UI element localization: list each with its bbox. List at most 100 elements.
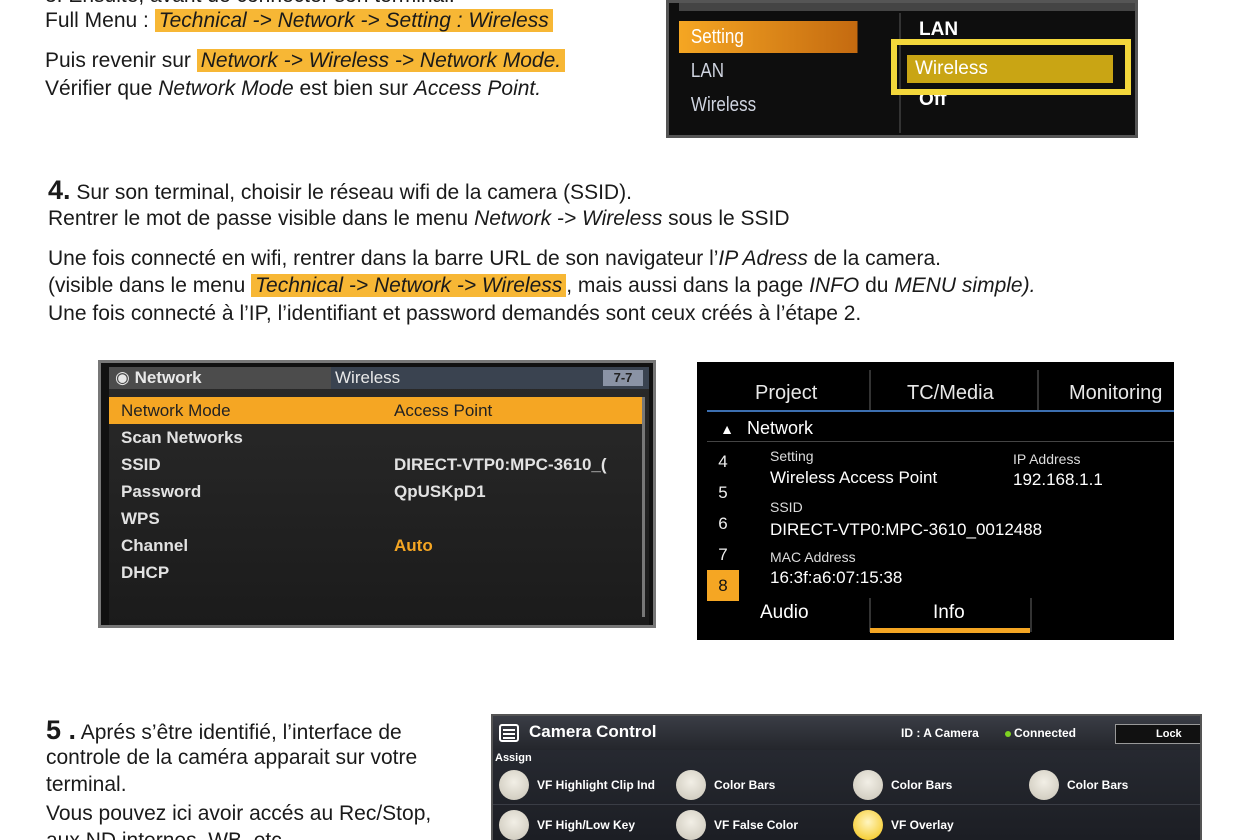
- tab-audio: Audio: [760, 602, 809, 623]
- mac-label: MAC Address: [770, 549, 856, 565]
- step4-line4-prefix: (visible dans le menu: [48, 274, 252, 297]
- assign-button-label: VF Overlay: [891, 818, 954, 832]
- info-page-screenshot: Project TC/Media Monitoring ▲ Network 4 5…: [697, 362, 1174, 640]
- page-number: 6: [718, 514, 728, 533]
- step4-line4-mid2: du: [859, 274, 895, 297]
- header-wireless: Wireless: [331, 367, 649, 389]
- return-path: Network -> Wireless -> Network Mode.: [196, 49, 566, 72]
- connected-dot-icon: [1005, 730, 1011, 737]
- ip-label: IP Address: [1013, 451, 1081, 467]
- setting-value: Wireless Access Point: [770, 468, 938, 487]
- step5-line2: controle de la caméra apparait sur votre: [46, 746, 418, 769]
- assign-button-c[interactable]: VF Overlay: [853, 810, 954, 840]
- tab-separator: [1037, 370, 1039, 410]
- camera-control-screenshot: Camera Control ID : A Camera Connected L…: [491, 714, 1202, 840]
- header-wireless-label: Wireless: [335, 368, 401, 387]
- step4-line2-suffix: sous le SSID: [662, 207, 790, 230]
- step5-number: 5 .: [46, 715, 77, 745]
- lock-slider[interactable]: Lock: [1115, 724, 1200, 744]
- ip-value: 192.168.1.1: [1013, 470, 1103, 489]
- step5-line1: 5 . Aprés s’être identifié, l’interface …: [46, 716, 402, 747]
- section-title: Network: [747, 418, 814, 438]
- page-number: 4: [718, 452, 728, 471]
- assign-button-4[interactable]: Color Bars: [1029, 770, 1128, 800]
- menu-item-setting: Setting: [679, 21, 858, 53]
- step4-line5: Une fois connecté à l’IP, l’identifiant …: [48, 302, 862, 325]
- full-menu-path: Technical -> Network -> Setting : Wirele…: [154, 9, 553, 32]
- submenu-lan: LAN: [919, 19, 959, 40]
- ssid-value: DIRECT-VTP0:MPC-3610_0012488: [770, 520, 1043, 539]
- row-password: Password QpUSKpD1: [109, 478, 644, 505]
- scrollbar: [642, 397, 645, 617]
- row-value: DIRECT-VTP0:MPC-3610_(: [394, 455, 607, 474]
- setting-menu-list: Setting LAN Wireless: [679, 17, 889, 135]
- assign-badge-icon: [1029, 770, 1059, 800]
- step5-line4: Vous pouvez ici avoir accés au Rec/Stop,: [46, 802, 432, 825]
- step4-line2: Rentrer le mot de passe visible dans le …: [48, 205, 790, 233]
- assign-badge-icon: [853, 770, 883, 800]
- setting-menu-screenshot: Setting LAN Wireless LAN Off Wireless: [666, 0, 1138, 138]
- row-key: SSID: [121, 455, 161, 474]
- row-channel: Channel Auto: [109, 532, 644, 559]
- info-tab-underline: [870, 628, 1030, 633]
- assign-button-label: VF False Color: [714, 818, 799, 832]
- tab-separator: [1030, 598, 1032, 632]
- assign-button-3[interactable]: Color Bars: [853, 770, 952, 800]
- full-menu-line: Full Menu : Technical -> Network -> Sett…: [45, 7, 553, 35]
- wireless-highlight-box: Wireless: [891, 39, 1131, 95]
- header-network: ◉ Network: [115, 368, 202, 387]
- assign-button-label: VF High/Low Key: [537, 818, 636, 832]
- top-bar: [679, 3, 1135, 11]
- connection-status: Connected: [1005, 726, 1076, 740]
- tab-separator: [869, 598, 871, 632]
- mac-value: 16:3f:a6:07:15:38: [770, 568, 903, 587]
- camera-control-header: Camera Control ID : A Camera Connected L…: [493, 716, 1200, 750]
- wireless-menu-panel: ◉ Network Wireless 7-7 Network Mode Acces…: [109, 367, 649, 625]
- page-numbers: 4 5 6 7 8: [707, 446, 747, 601]
- assign-badge-icon: [499, 810, 529, 840]
- row-value: Access Point: [394, 401, 493, 420]
- row-scan-networks: Scan Networks: [109, 424, 644, 451]
- assign-button-label: Color Bars: [891, 778, 953, 792]
- step4-line4-mid: , mais aussi dans la page: [566, 274, 810, 297]
- setting-label: Setting: [770, 448, 814, 464]
- row-divider: [493, 804, 1200, 805]
- row-value: QpUSKpD1: [394, 482, 486, 501]
- row-key: Network Mode: [121, 401, 231, 420]
- step4-number: 4.: [48, 175, 71, 205]
- assign-button-b[interactable]: VF False Color: [676, 810, 798, 840]
- menu-item-wireless: Wireless: [690, 94, 757, 116]
- assign-badge-icon: [676, 770, 706, 800]
- step5-line5: aux ND internes, WB, etc...: [46, 827, 299, 840]
- step4-line1: 4. Sur son terminal, choisir le réseau w…: [48, 176, 632, 207]
- assign-button-1[interactable]: VF Highlight Clip Ind: [499, 770, 655, 800]
- row-key: WPS: [121, 509, 160, 528]
- wireless-menu-screenshot: ◉ Network Wireless 7-7 Network Mode Acces…: [98, 360, 656, 628]
- row-dhcp: DHCP: [109, 559, 644, 586]
- lock-label: Lock: [1156, 728, 1182, 740]
- assign-button-a[interactable]: VF High/Low Key: [499, 810, 635, 840]
- assign-badge-icon: [676, 810, 706, 840]
- page-indicator: 7-7: [603, 370, 643, 386]
- bottom-tabs: Audio Info: [697, 598, 1174, 640]
- row-key: DHCP: [121, 563, 170, 582]
- step4-line3-prefix: Une fois connecté en wifi, rentrer dans …: [48, 247, 719, 270]
- assign-button-label: VF Highlight Clip Ind: [537, 778, 655, 792]
- step4-line3: Une fois connecté en wifi, rentrer dans …: [48, 245, 941, 273]
- triangle-up-icon: ▲: [720, 421, 734, 437]
- tab-project: Project: [755, 382, 818, 404]
- tab-info: Info: [933, 602, 965, 623]
- assign-badge-icon: [853, 810, 883, 840]
- assign-label: Assign: [495, 752, 532, 764]
- header-network-label: Network: [134, 368, 202, 387]
- row-key: Password: [121, 482, 202, 501]
- step4-line4: (visible dans le menu Technical -> Netwo…: [48, 272, 1035, 300]
- row-ssid: SSID DIRECT-VTP0:MPC-3610_(: [109, 451, 644, 478]
- step4-line2-prefix: Rentrer le mot de passe visible dans le …: [48, 207, 475, 230]
- assign-button-2[interactable]: Color Bars: [676, 770, 775, 800]
- section-network: ▲ Network: [707, 414, 1174, 442]
- hamburger-menu-icon[interactable]: [499, 724, 519, 742]
- page-number: 5: [718, 483, 728, 502]
- tab-separator: [869, 370, 871, 410]
- wireless-menu-header: ◉ Network Wireless 7-7: [109, 367, 649, 389]
